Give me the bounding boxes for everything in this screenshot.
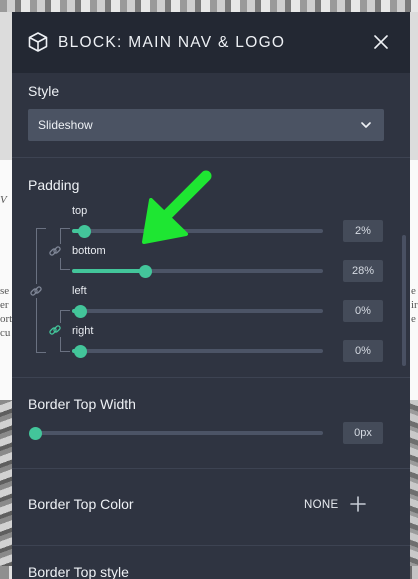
divider — [12, 377, 410, 378]
divider — [12, 545, 410, 546]
padding-right-label: right — [72, 325, 94, 337]
border-top-color-value: NONE — [304, 499, 339, 511]
style-select-value: Slideshow — [38, 118, 93, 132]
background-text: cu — [0, 327, 11, 339]
background-text: ir — [411, 299, 418, 311]
padding-top-slider[interactable] — [72, 224, 323, 238]
background-text: er — [0, 299, 9, 311]
divider — [12, 468, 410, 469]
padding-left-value[interactable]: 0% — [343, 300, 383, 322]
padding-left-label: left — [72, 285, 87, 297]
border-top-width-label: Border Top Width — [28, 396, 136, 412]
style-select[interactable]: Slideshow — [28, 109, 384, 141]
cube-icon — [28, 32, 48, 52]
background-image-bottom-left — [0, 400, 12, 579]
background-text: V — [0, 194, 7, 206]
slider-handle[interactable] — [28, 426, 42, 440]
padding-top-value[interactable]: 2% — [343, 220, 383, 242]
slider-handle[interactable] — [73, 304, 87, 318]
background-text: se — [0, 285, 10, 297]
background-image-top — [0, 0, 418, 12]
slider-handle[interactable] — [73, 344, 87, 358]
link-vertical-icon[interactable] — [48, 244, 62, 258]
background-text: e — [411, 285, 416, 297]
slider-handle[interactable] — [139, 264, 153, 278]
padding-bottom-value[interactable]: 28% — [343, 260, 383, 282]
link-horizontal-icon[interactable] — [48, 323, 62, 337]
padding-top-label: top — [72, 205, 88, 217]
padding-bottom-label: bottom — [72, 245, 106, 257]
link-all-icon[interactable] — [29, 284, 43, 298]
padding-bottom-slider[interactable] — [72, 264, 323, 278]
border-top-style-label: Border Top style — [28, 564, 129, 579]
panel-title: BLOCK: MAIN NAV & LOGO — [58, 34, 286, 51]
slider-handle[interactable] — [78, 224, 92, 238]
block-settings-panel: BLOCK: MAIN NAV & LOGO Style Slideshow P… — [12, 12, 410, 579]
background-right-column — [410, 160, 418, 400]
background-text: ort — [0, 313, 13, 325]
border-top-width-slider[interactable] — [28, 426, 323, 440]
panel-header: BLOCK: MAIN NAV & LOGO — [12, 12, 410, 73]
padding-right-value[interactable]: 0% — [343, 340, 383, 362]
slider-fill — [72, 269, 146, 273]
padding-label: Padding — [28, 177, 80, 193]
background-text: e — [411, 313, 416, 325]
annotation-arrow-icon — [142, 170, 212, 244]
divider — [12, 157, 410, 158]
padding-left-slider[interactable] — [72, 304, 323, 318]
panel-scrollbar[interactable] — [402, 235, 406, 366]
padding-right-slider[interactable] — [72, 344, 323, 358]
border-top-width-value[interactable]: 0px — [343, 422, 383, 444]
chevron-down-icon — [361, 122, 371, 128]
background-image-bottom-right — [410, 400, 418, 579]
close-icon[interactable] — [371, 32, 391, 52]
plus-icon[interactable] — [349, 495, 367, 513]
border-top-color-label: Border Top Color — [28, 496, 134, 512]
style-label: Style — [28, 83, 60, 99]
